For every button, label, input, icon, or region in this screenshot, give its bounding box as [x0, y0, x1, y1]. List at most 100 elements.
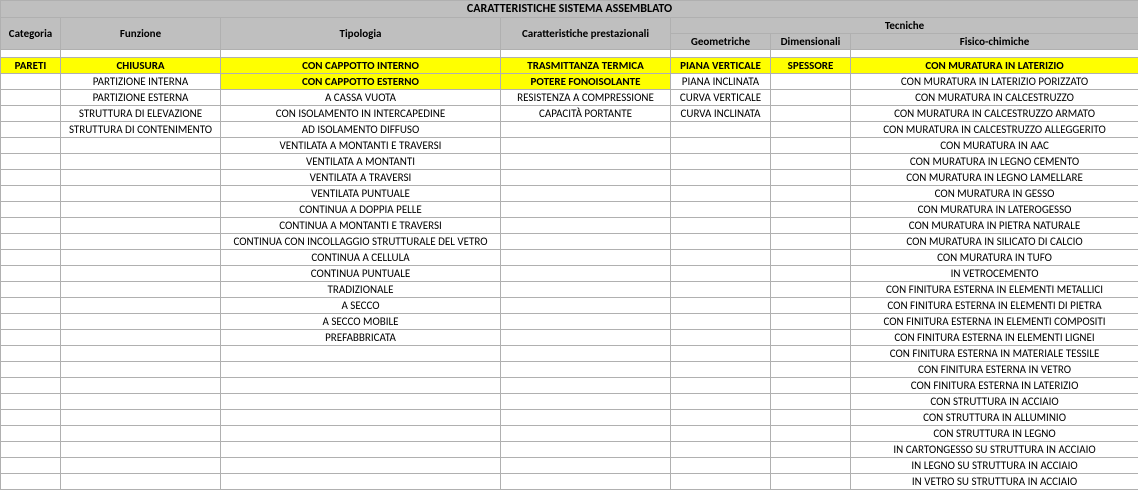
cell-funzione [61, 218, 221, 234]
cell-categoria [1, 74, 61, 90]
cell-caratteristiche [501, 378, 671, 394]
cell-dimensionali [771, 90, 851, 106]
cell-fisicoChimiche: CON FINITURA ESTERNA IN ELEMENTI COMPOSI… [851, 314, 1138, 330]
cell-tipologia [221, 394, 501, 410]
cell-funzione [61, 314, 221, 330]
title-row: CARATTERISTICHE SISTEMA ASSEMBLATO [1, 1, 1138, 18]
cell-caratteristiche [501, 138, 671, 154]
cell-tipologia: A CASSA VUOTA [221, 90, 501, 106]
cell-categoria [1, 138, 61, 154]
cell-dimensionali [771, 346, 851, 362]
cell-fisicoChimiche: CON FINITURA ESTERNA IN VETRO [851, 362, 1138, 378]
cell-geometriche [671, 298, 771, 314]
cell-funzione [61, 378, 221, 394]
cell-dimensionali [771, 74, 851, 90]
cell-geometriche [671, 378, 771, 394]
cell-funzione [61, 458, 221, 474]
table-row: CON STRUTTURA IN LEGNO [1, 426, 1138, 442]
cell-dimensionali [771, 234, 851, 250]
cell-caratteristiche [501, 330, 671, 346]
table-row: CON FINITURA ESTERNA IN LATERIZIO [1, 378, 1138, 394]
cell-tipologia: PREFABBRICATA [221, 330, 501, 346]
cell-funzione: STRUTTURA DI ELEVAZIONE [61, 106, 221, 122]
cell-tipologia: CONTINUA A MONTANTI E TRAVERSI [221, 218, 501, 234]
header-row-1: Categoria Funzione Tipologia Caratterist… [1, 18, 1138, 34]
table-row: CONTINUA PUNTUALE IN VETROCEMENTO [1, 266, 1138, 282]
cell-geometriche [671, 266, 771, 282]
cell-dimensionali [771, 426, 851, 442]
cell-dimensionali [771, 394, 851, 410]
header-dimensionali: Dimensionali [771, 34, 851, 50]
cell-dimensionali [771, 186, 851, 202]
cell-caratteristiche [501, 234, 671, 250]
cell-funzione [61, 442, 221, 458]
cell-dimensionali [771, 378, 851, 394]
cell-geometriche: PIANA VERTICALE [671, 58, 771, 74]
cell-dimensionali [771, 138, 851, 154]
cell-fisicoChimiche: IN VETROCEMENTO [851, 266, 1138, 282]
cell-categoria [1, 218, 61, 234]
empty-spacer-row [1, 50, 1138, 58]
cell-funzione [61, 282, 221, 298]
cell-caratteristiche [501, 202, 671, 218]
cell-tipologia: VENTILATA A MONTANTI E TRAVERSI [221, 138, 501, 154]
cell-tipologia [221, 474, 501, 490]
cell-categoria [1, 378, 61, 394]
cell-funzione [61, 170, 221, 186]
cell-geometriche [671, 426, 771, 442]
cell-funzione [61, 202, 221, 218]
cell-funzione [61, 186, 221, 202]
cell-geometriche [671, 234, 771, 250]
cell-categoria [1, 106, 61, 122]
cell-dimensionali [771, 122, 851, 138]
cell-geometriche [671, 282, 771, 298]
cell-fisicoChimiche: CON MURATURA IN AAC [851, 138, 1138, 154]
cell-categoria [1, 186, 61, 202]
cell-fisicoChimiche: CON FINITURA ESTERNA IN ELEMENTI LIGNEI [851, 330, 1138, 346]
cell-tipologia: VENTILATA A TRAVERSI [221, 170, 501, 186]
cell-tipologia: AD ISOLAMENTO DIFFUSO [221, 122, 501, 138]
cell-dimensionali [771, 474, 851, 490]
spreadsheet-table: CARATTERISTICHE SISTEMA ASSEMBLATO Categ… [0, 0, 1138, 490]
cell-geometriche [671, 458, 771, 474]
table-row: CONTINUA CON INCOLLAGGIO STRUTTURALE DEL… [1, 234, 1138, 250]
cell-categoria [1, 394, 61, 410]
cell-caratteristiche [501, 474, 671, 490]
cell-geometriche [671, 218, 771, 234]
cell-geometriche [671, 330, 771, 346]
cell-caratteristiche [501, 186, 671, 202]
cell-geometriche [671, 122, 771, 138]
table-row: CONTINUA A CELLULACON MURATURA IN TUFO [1, 250, 1138, 266]
cell-caratteristiche [501, 298, 671, 314]
cell-funzione [61, 394, 221, 410]
cell-categoria [1, 234, 61, 250]
cell-fisicoChimiche: CON STRUTTURA IN LEGNO [851, 426, 1138, 442]
table-row: VENTILATA A MONTANTI E TRAVERSI CON MURAT… [1, 138, 1138, 154]
table-row: VENTILATA PUNTUALECON MURATURA IN GESSO [1, 186, 1138, 202]
cell-fisicoChimiche: CON MURATURA IN LEGNO LAMELLARE [851, 170, 1138, 186]
cell-tipologia: VENTILATA PUNTUALE [221, 186, 501, 202]
cell-fisicoChimiche: CON MURATURA IN LATERIZIO [851, 58, 1138, 74]
cell-caratteristiche [501, 250, 671, 266]
cell-categoria [1, 266, 61, 282]
cell-categoria [1, 202, 61, 218]
cell-categoria [1, 426, 61, 442]
cell-funzione: STRUTTURA DI CONTENIMENTO [61, 122, 221, 138]
table-row: PREFABBRICATA CON FINITURA ESTERNA IN ELE… [1, 330, 1138, 346]
cell-tipologia: CONTINUA A CELLULA [221, 250, 501, 266]
cell-geometriche [671, 362, 771, 378]
cell-funzione [61, 234, 221, 250]
cell-geometriche [671, 186, 771, 202]
cell-tipologia: CONTINUA PUNTUALE [221, 266, 501, 282]
cell-tipologia: CON CAPPOTTO INTERNO [221, 58, 501, 74]
header-fisicochimiche: Fisico-chimiche [851, 34, 1138, 50]
cell-dimensionali [771, 154, 851, 170]
cell-fisicoChimiche: CON MURATURA IN LATERIZIO PORIZZATO [851, 74, 1138, 90]
cell-funzione [61, 298, 221, 314]
cell-tipologia [221, 426, 501, 442]
cell-tipologia: CONTINUA CON INCOLLAGGIO STRUTTURALE DEL… [221, 234, 501, 250]
cell-caratteristiche [501, 314, 671, 330]
table-row: TRADIZIONALECON FINITURA ESTERNA IN ELEM… [1, 282, 1138, 298]
cell-fisicoChimiche: CON STRUTTURA IN ALLUMINIO [851, 410, 1138, 426]
cell-categoria [1, 346, 61, 362]
